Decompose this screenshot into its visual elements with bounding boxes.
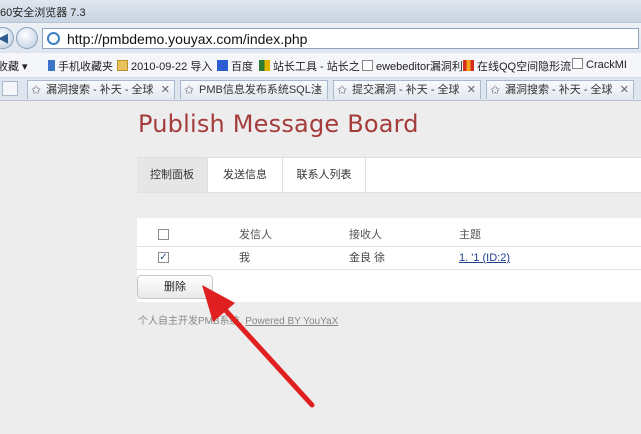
- annotation-arrow-icon: [202, 285, 315, 408]
